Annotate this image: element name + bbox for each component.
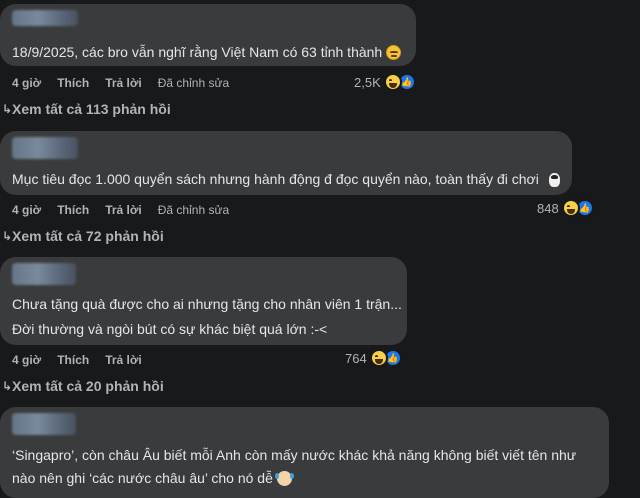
comment-text-line-2: nào nên ghi ‘các nước châu âu’ cho nó dễ bbox=[12, 468, 294, 488]
comment-bubble[interactable]: Mục tiêu đọc 1.000 quyển sách nhưng hành… bbox=[0, 131, 572, 195]
comment-text-line-2: Đời thường và ngòi bút có sự khác biệt q… bbox=[12, 321, 328, 337]
sweat-smile-emoji-icon bbox=[386, 45, 402, 60]
haha-reaction-icon bbox=[369, 349, 388, 367]
blurred-author-name bbox=[12, 413, 76, 435]
blurred-author-name bbox=[12, 137, 78, 159]
comment-text: 18/9/2025, các bro vẫn nghĩ rằng Việt Na… bbox=[12, 42, 402, 62]
comment-text-line-1: ‘Singapro’, còn châu Âu biết mỗi Anh còn… bbox=[12, 447, 577, 463]
comment-actions: 4 giờ Thích Trả lời bbox=[12, 353, 158, 367]
reaction-summary[interactable]: 2,5K 👍 bbox=[354, 73, 416, 91]
comment-bubble[interactable]: Chưa tặng quà được cho ai nhưng tặng cho… bbox=[0, 257, 407, 345]
haha-reaction-icon bbox=[561, 199, 580, 217]
comment-actions: 4 giờ Thích Trả lời Đã chỉnh sửa bbox=[12, 76, 245, 90]
reply-arrow-icon: ↳ bbox=[2, 229, 13, 243]
comment-text-line-1: Chưa tặng quà được cho ai nhưng tặng cho… bbox=[12, 296, 402, 312]
blurred-author-name bbox=[12, 263, 76, 285]
reply-button[interactable]: Trả lời bbox=[105, 353, 142, 367]
reply-arrow-icon: ↳ bbox=[2, 102, 13, 116]
reply-button[interactable]: Trả lời bbox=[105, 203, 142, 217]
comment-bubble[interactable]: ‘Singapro’, còn châu Âu biết mỗi Anh còn… bbox=[0, 407, 609, 498]
comment-time[interactable]: 4 giờ bbox=[12, 353, 41, 367]
reaction-count: 764 bbox=[345, 350, 367, 366]
reaction-count: 848 bbox=[537, 200, 559, 216]
view-replies-link[interactable]: ↳ Xem tất cả 72 phản hồi bbox=[2, 228, 164, 244]
blurred-author-name bbox=[12, 10, 78, 26]
edited-label[interactable]: Đã chỉnh sửa bbox=[158, 203, 229, 217]
reaction-count: 2,5K bbox=[354, 74, 381, 90]
comment-bubble[interactable]: 18/9/2025, các bro vẫn nghĩ rằng Việt Na… bbox=[0, 4, 416, 66]
reply-button[interactable]: Trả lời bbox=[105, 76, 142, 90]
reaction-summary[interactable]: 848 👍 bbox=[537, 199, 594, 217]
haha-reaction-icon bbox=[383, 73, 402, 91]
comment-text: Mục tiêu đọc 1.000 quyển sách nhưng hành… bbox=[12, 169, 560, 189]
reaction-summary[interactable]: 764 👍 bbox=[345, 349, 402, 367]
like-button[interactable]: Thích bbox=[57, 203, 89, 217]
like-button[interactable]: Thích bbox=[57, 353, 89, 367]
clown-emoji-icon bbox=[274, 471, 294, 486]
reply-arrow-icon: ↳ bbox=[2, 379, 13, 393]
penguin-emoji-icon bbox=[548, 173, 560, 187]
comment-section: 18/9/2025, các bro vẫn nghĩ rằng Việt Na… bbox=[0, 0, 640, 498]
comment-actions: 4 giờ Thích Trả lời Đã chỉnh sửa bbox=[12, 203, 245, 217]
view-replies-link[interactable]: ↳ Xem tất cả 20 phản hồi bbox=[2, 378, 164, 394]
edited-label[interactable]: Đã chỉnh sửa bbox=[158, 76, 229, 90]
view-replies-link[interactable]: ↳ Xem tất cả 113 phản hồi bbox=[2, 101, 171, 117]
comment-time[interactable]: 4 giờ bbox=[12, 76, 41, 90]
comment-time[interactable]: 4 giờ bbox=[12, 203, 41, 217]
like-button[interactable]: Thích bbox=[57, 76, 89, 90]
